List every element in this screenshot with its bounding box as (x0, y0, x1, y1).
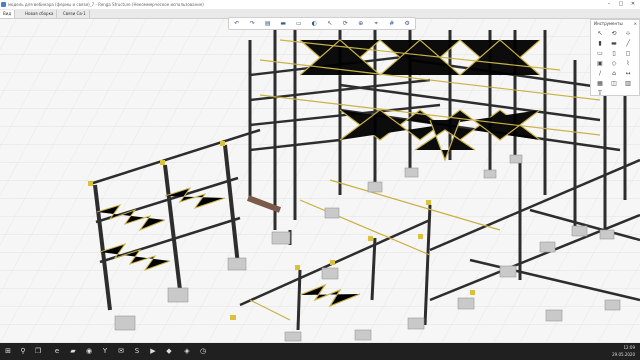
structural-model-render (0, 19, 640, 343)
app-icon-office[interactable]: ◈ (182, 346, 192, 356)
undo-icon[interactable]: ↶ (233, 20, 241, 28)
window-title: модель для вебинара (фермы и связи)_7 - … (8, 2, 204, 7)
app-icon-chrome[interactable]: ◉ (84, 346, 94, 356)
palette-title: Инструменты (594, 21, 623, 26)
settings-icon[interactable]: ⚙ (403, 20, 411, 28)
task-view-icon[interactable]: ❐ (33, 346, 43, 356)
select-icon[interactable]: ▭ (295, 20, 303, 28)
zoom-icon[interactable]: ⊕ (357, 20, 365, 28)
close-button[interactable]: ✕ (627, 0, 639, 9)
app-icon-yandex[interactable]: Y (100, 346, 110, 356)
grid-icon[interactable]: # (388, 20, 396, 28)
beam-tool-icon[interactable]: ▬ (609, 39, 619, 47)
dimension-tool-icon[interactable]: ↔ (623, 69, 633, 77)
app-icon-renga[interactable]: ◆ (164, 346, 174, 356)
browser-icon[interactable]: e (52, 346, 62, 356)
tab-new-assembly[interactable]: Новая сборка (22, 10, 58, 18)
rotate-icon[interactable]: ⟳ (341, 20, 349, 28)
visibility-icon[interactable]: ◐ (310, 20, 318, 28)
room-tool-icon[interactable]: ⌂ (609, 69, 619, 77)
palette-close-button[interactable]: × (634, 21, 637, 26)
media-icon[interactable]: ▶ (148, 346, 158, 356)
layers-icon[interactable]: ▤ (264, 20, 272, 28)
brace-tool-icon[interactable]: ╱ (623, 39, 633, 47)
foundation-tool-icon[interactable]: ▣ (595, 59, 605, 67)
hatch-tool-icon[interactable]: ▦ (595, 79, 605, 87)
mail-icon[interactable]: ✉ (116, 346, 126, 356)
windows-taskbar: ⊞ ⚲ ❐ e ▰ ◉ Y ✉ S ▶ ◆ ◈ ◷ 12:09 29.05.20… (0, 343, 640, 360)
skype-icon[interactable]: S (132, 346, 142, 356)
redo-icon[interactable]: ↷ (248, 20, 256, 28)
element-tool-icon[interactable]: ◫ (609, 79, 619, 87)
section-icon[interactable]: ▬ (279, 20, 287, 28)
clock-app-icon[interactable]: ◷ (198, 346, 208, 356)
tab-bracing-assembly[interactable]: Связи Св-1 (60, 10, 90, 18)
wall-tool-icon[interactable]: ▯ (609, 49, 619, 57)
model-viewport-3d[interactable] (0, 19, 640, 343)
rotate-tool-icon[interactable]: ⟲ (609, 29, 619, 37)
select-tool-icon[interactable]: ↖ (595, 29, 605, 37)
tools-palette: Инструменты × ↖ ⟲ ⊹ ▮ ▬ ╱ ▭ ▯ ◻ ▣ ◇ ⌇ ∕ … (590, 19, 640, 97)
search-icon[interactable]: ⚲ (18, 346, 28, 356)
plate-tool-icon[interactable]: ◇ (609, 59, 619, 67)
slab-tool-icon[interactable]: ▭ (595, 49, 605, 57)
explorer-icon[interactable]: ▰ (68, 346, 78, 356)
view-toolbar: ↶ ↷ ▤ ▬ ▭ ◐ ↖ ⟳ ⊕ ⌖ # ⚙ (228, 17, 416, 30)
minimize-button[interactable]: – (603, 0, 615, 9)
system-clock[interactable]: 12:09 29.05.2020 (612, 344, 635, 358)
clock-date: 29.05.2020 (612, 352, 635, 357)
assembly-tool-icon[interactable]: ▥ (623, 79, 633, 87)
tab-view[interactable]: Вид (0, 10, 16, 18)
app-icon (1, 2, 6, 7)
opening-tool-icon[interactable]: ◻ (623, 49, 633, 57)
measure-icon[interactable]: ⌖ (372, 20, 380, 28)
maximize-button[interactable]: □ (615, 0, 627, 9)
clock-time: 12:09 (623, 345, 635, 350)
axis-tool-icon[interactable]: ⊹ (623, 29, 633, 37)
column-tool-icon[interactable]: ▮ (595, 39, 605, 47)
start-icon[interactable]: ⊞ (3, 346, 13, 356)
line-tool-icon[interactable]: ∕ (595, 69, 605, 77)
rebar-tool-icon[interactable]: ⌇ (623, 59, 633, 67)
text-tool-icon[interactable]: T (595, 89, 605, 97)
cursor-icon[interactable]: ↖ (326, 20, 334, 28)
